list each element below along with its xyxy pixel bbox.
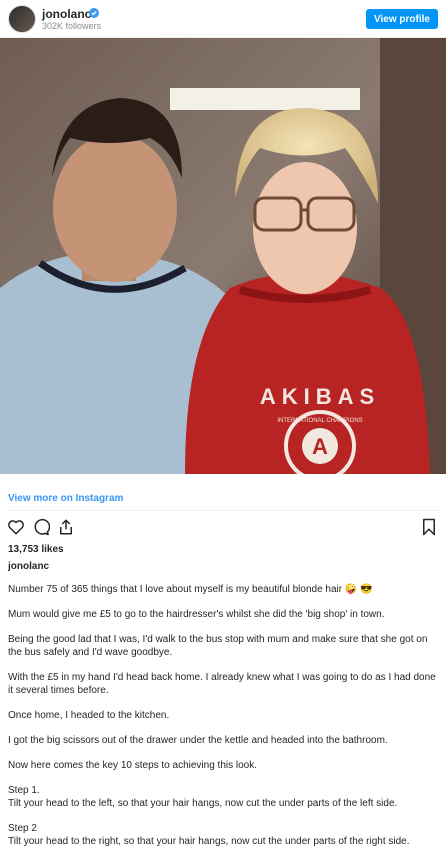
view-more-link[interactable]: View more on Instagram bbox=[8, 493, 123, 504]
caption: Number 75 of 365 things that I love abou… bbox=[8, 583, 438, 860]
post-photo[interactable]: A AKIBAS INTERNATIONAL CHAMPIONS bbox=[0, 38, 446, 474]
caption-username[interactable]: jonolanc bbox=[8, 561, 49, 572]
follower-count: 302K followers bbox=[42, 21, 102, 31]
badge-text: INTERNATIONAL CHAMPIONS bbox=[277, 418, 362, 424]
caption-paragraph: Mum would give me £5 to go to the hairdr… bbox=[8, 609, 385, 620]
caption-step-label: Step 1. bbox=[8, 785, 40, 796]
caption-paragraph: Now here comes the key 10 steps to achie… bbox=[8, 760, 258, 771]
post-header: jonolanc 302K followers View profile bbox=[0, 0, 446, 38]
avatar[interactable] bbox=[8, 5, 36, 33]
username[interactable]: jonolanc bbox=[42, 7, 91, 21]
divider bbox=[8, 510, 438, 511]
caption-paragraph: Tilt your head to the left, so that your… bbox=[8, 798, 398, 809]
view-profile-button[interactable]: View profile bbox=[366, 9, 438, 29]
shirt-text: AKIBAS bbox=[260, 384, 380, 409]
caption-paragraph: Once home, I headed to the kitchen. bbox=[8, 710, 170, 721]
caption-paragraph: With the £5 in my hand I'd head back hom… bbox=[8, 672, 436, 696]
caption-paragraph: Being the good lad that I was, I'd walk … bbox=[8, 634, 428, 658]
share-icon[interactable] bbox=[57, 518, 75, 536]
comment-icon[interactable] bbox=[32, 518, 50, 536]
caption-paragraph: Number 75 of 365 things that I love abou… bbox=[8, 584, 373, 595]
verified-badge-icon bbox=[89, 8, 99, 18]
heart-icon[interactable] bbox=[7, 518, 25, 536]
caption-paragraph: Tilt your head to the right, so that you… bbox=[8, 836, 410, 847]
like-count[interactable]: 13,753 likes bbox=[8, 544, 64, 555]
badge-letter: A bbox=[312, 434, 328, 459]
bookmark-icon[interactable] bbox=[421, 518, 437, 536]
caption-step-label: Step 2 bbox=[8, 823, 37, 834]
caption-paragraph: I got the big scissors out of the drawer… bbox=[8, 735, 388, 746]
